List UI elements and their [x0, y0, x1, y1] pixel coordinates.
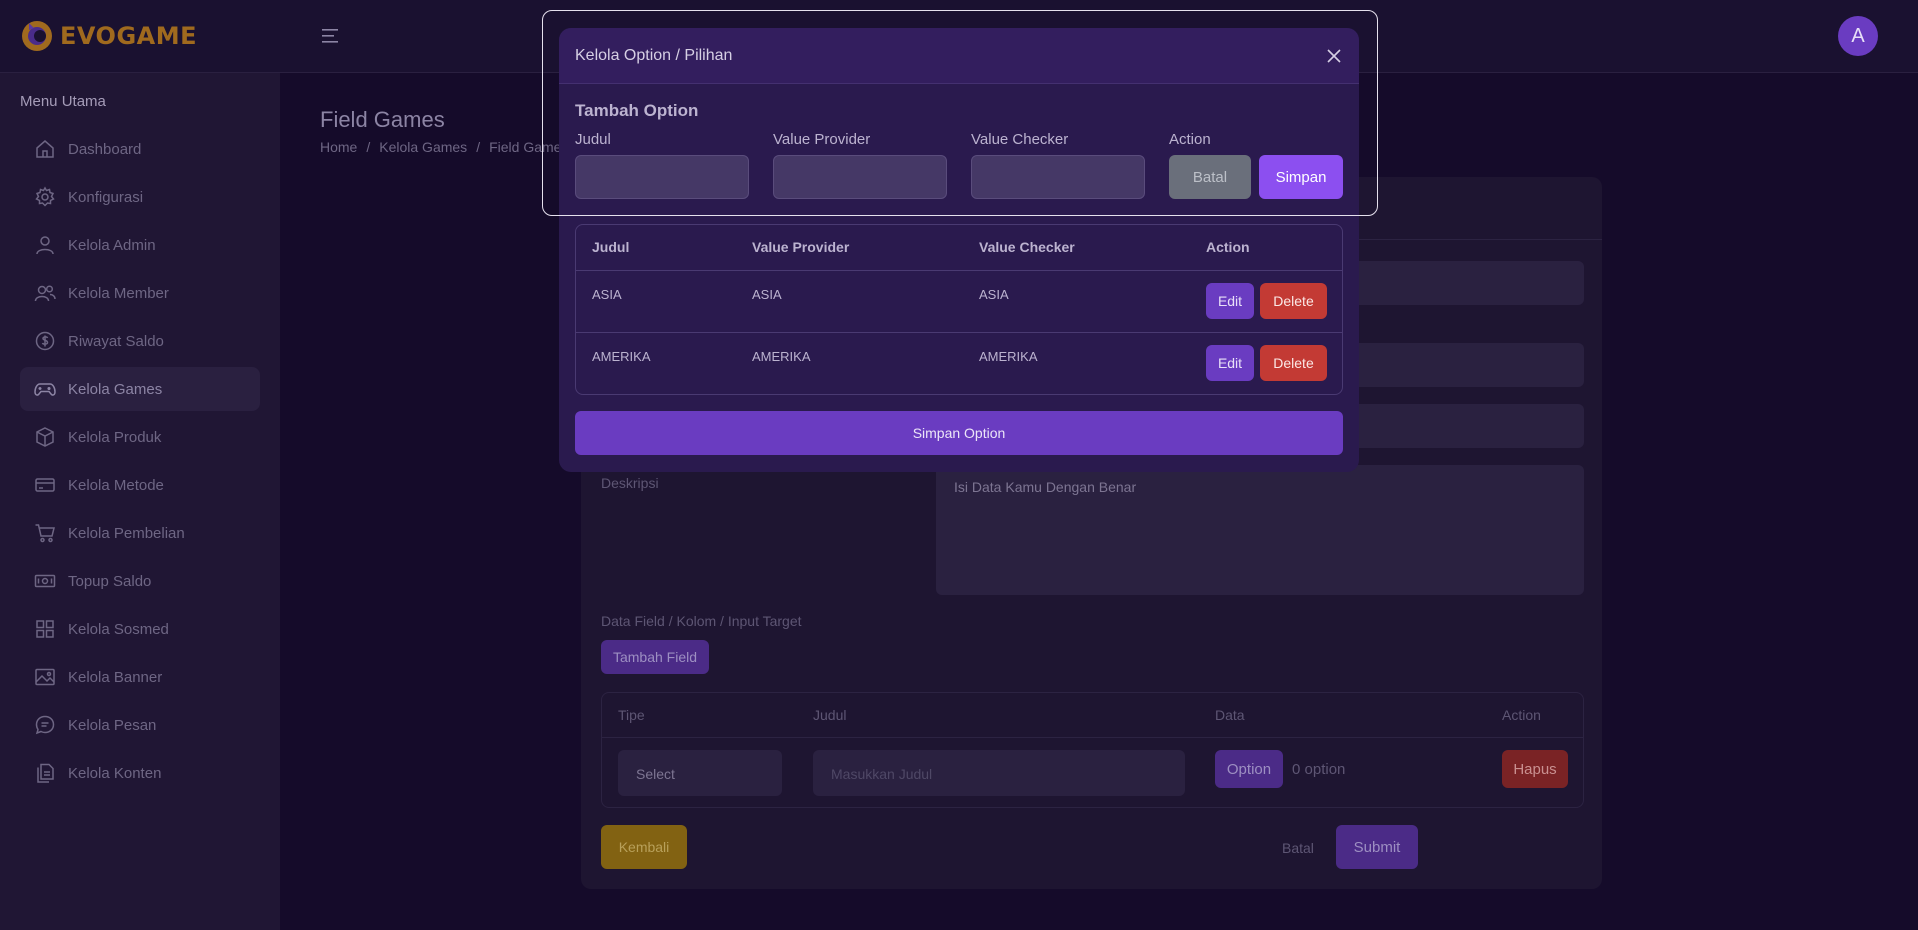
- sidebar-item-kelola-pesan[interactable]: Kelola Pesan: [20, 703, 260, 747]
- simpan-option-button[interactable]: Simpan Option: [575, 411, 1343, 455]
- option-table: Judul Value Provider Value Checker Actio…: [575, 224, 1343, 395]
- column-header: Data: [1215, 707, 1245, 723]
- sidebar-item-label: Kelola Member: [68, 284, 169, 302]
- field-table: Tipe Judul Data Action Select Masukkan J…: [601, 692, 1584, 808]
- breadcrumb-kelola-games[interactable]: Kelola Games: [379, 139, 467, 155]
- column-header: Judul: [813, 707, 847, 723]
- grid-icon: [36, 620, 54, 638]
- sidebar-item-riwayat-saldo[interactable]: Riwayat Saldo: [20, 319, 260, 363]
- sidebar-item-kelola-member[interactable]: Kelola Member: [20, 271, 260, 315]
- sidebar-item-label: Kelola Sosmed: [68, 620, 169, 638]
- sidebar-item-label: Kelola Konten: [68, 764, 162, 782]
- deskripsi-label: Deskripsi: [601, 475, 659, 491]
- sidebar-item-kelola-pembelian[interactable]: Kelola Pembelian: [20, 511, 260, 555]
- sidebar-item-label: Topup Saldo: [68, 572, 152, 590]
- sidebar-item-label: Kelola Games: [68, 380, 163, 398]
- tipe-select[interactable]: Select: [618, 750, 782, 796]
- batal-link[interactable]: Batal: [1282, 840, 1314, 856]
- sidebar-item-label: Konfigurasi: [68, 188, 144, 206]
- box-icon: [36, 427, 54, 447]
- column-header: Value Provider: [752, 239, 850, 255]
- sidebar-item-kelola-metode[interactable]: Kelola Metode: [20, 463, 260, 507]
- sidebar-item-label: Kelola Pesan: [68, 716, 157, 734]
- deskripsi-textarea[interactable]: Isi Data Kamu Dengan Benar: [936, 465, 1584, 595]
- sidebar-item-label: Kelola Metode: [68, 476, 164, 494]
- row-judul: AMERIKA: [592, 349, 651, 364]
- dollar-icon: [35, 331, 55, 351]
- column-header: Tipe: [618, 707, 645, 723]
- row-judul: ASIA: [592, 287, 622, 302]
- sidebar-item-kelola-konten[interactable]: Kelola Konten: [20, 751, 260, 795]
- table-divider: [602, 737, 1583, 738]
- gamepad-icon: [34, 383, 56, 396]
- sidebar-item-label: Kelola Banner: [68, 668, 163, 686]
- brand-name: EVOGAME: [60, 22, 197, 50]
- user-avatar[interactable]: A: [1838, 16, 1878, 56]
- image-icon: [35, 668, 55, 686]
- sidebar-item-label: Kelola Admin: [68, 236, 156, 254]
- sidebar-menu: Dashboard Konfigurasi Kelola Admin Kelol…: [20, 127, 260, 799]
- chat-icon: [35, 715, 55, 735]
- column-header: Judul: [592, 239, 630, 255]
- sidebar-item-label: Dashboard: [68, 140, 142, 158]
- tambah-field-button[interactable]: Tambah Field: [601, 640, 709, 674]
- kembali-button[interactable]: Kembali: [601, 825, 687, 869]
- sidebar-item-topup-saldo[interactable]: Topup Saldo: [20, 559, 260, 603]
- brand-logo[interactable]: EVOGAME: [20, 19, 197, 53]
- edit-button[interactable]: Edit: [1206, 283, 1254, 319]
- sidebar-item-label: Kelola Pembelian: [68, 524, 185, 542]
- hamburger-menu-icon[interactable]: [320, 26, 342, 46]
- cart-icon: [35, 524, 55, 543]
- sidebar-item-kelola-admin[interactable]: Kelola Admin: [20, 223, 260, 267]
- option-button[interactable]: Option: [1215, 750, 1283, 788]
- delete-button[interactable]: Delete: [1260, 345, 1327, 381]
- column-header: Action: [1206, 239, 1250, 255]
- users-icon: [34, 285, 56, 302]
- home-icon: [36, 140, 54, 158]
- row-checker: ASIA: [979, 287, 1009, 302]
- page-title: Field Games: [320, 107, 445, 132]
- judul-input[interactable]: Masukkan Judul: [813, 750, 1185, 796]
- sidebar: Menu Utama Dashboard Konfigurasi Kelola …: [0, 73, 280, 930]
- focus-outline: [542, 10, 1378, 216]
- files-icon: [37, 763, 54, 783]
- card-icon: [35, 478, 55, 492]
- sidebar-title: Menu Utama: [20, 93, 106, 110]
- logo-mark-icon: [22, 21, 52, 51]
- submit-button[interactable]: Submit: [1336, 825, 1418, 869]
- sidebar-item-label: Kelola Produk: [68, 428, 162, 446]
- row-provider: AMERIKA: [752, 349, 811, 364]
- row-checker: AMERIKA: [979, 349, 1038, 364]
- user-icon: [36, 236, 54, 255]
- column-header: Action: [1502, 707, 1541, 723]
- table-divider: [576, 332, 1342, 333]
- sidebar-item-kelola-banner[interactable]: Kelola Banner: [20, 655, 260, 699]
- breadcrumb-home[interactable]: Home: [320, 139, 357, 155]
- column-header: Value Checker: [979, 239, 1075, 255]
- sidebar-item-kelola-games[interactable]: Kelola Games: [20, 367, 260, 411]
- sidebar-item-konfigurasi[interactable]: Konfigurasi: [20, 175, 260, 219]
- gear-icon: [35, 186, 55, 207]
- breadcrumb: Home / Kelola Games / Field Games: [320, 139, 569, 155]
- sidebar-item-kelola-sosmed[interactable]: Kelola Sosmed: [20, 607, 260, 651]
- hapus-button[interactable]: Hapus: [1502, 750, 1568, 788]
- edit-button[interactable]: Edit: [1206, 345, 1254, 381]
- delete-button[interactable]: Delete: [1260, 283, 1327, 319]
- sidebar-item-kelola-produk[interactable]: Kelola Produk: [20, 415, 260, 459]
- sidebar-item-label: Riwayat Saldo: [68, 332, 164, 350]
- field-section-label: Data Field / Kolom / Input Target: [601, 613, 802, 629]
- table-divider: [576, 270, 1342, 271]
- option-count: 0 option: [1292, 761, 1346, 778]
- row-provider: ASIA: [752, 287, 782, 302]
- cash-icon: [34, 574, 56, 588]
- sidebar-item-dashboard[interactable]: Dashboard: [20, 127, 260, 171]
